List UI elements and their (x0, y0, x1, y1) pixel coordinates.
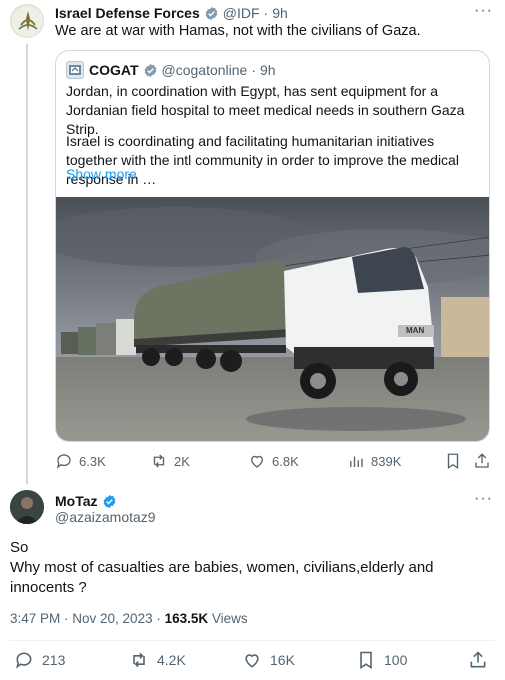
bookmark-icon (447, 453, 459, 470)
bookmark-button[interactable] (444, 452, 462, 470)
tweet2-action-bar: 213 4.2K 16K 100 (14, 650, 489, 672)
like-count: 16K (270, 652, 295, 668)
quote-header: COGAT @cogatonline · 9h (66, 61, 276, 79)
reply-icon (16, 652, 32, 669)
avatar-motaz[interactable] (10, 490, 44, 524)
share-icon (475, 453, 489, 468)
tweet1-header: Israel Defense Forces @IDF · 9h (55, 4, 288, 22)
quote-author-name[interactable]: COGAT (89, 62, 139, 78)
reply-button[interactable]: 6.3K (55, 452, 106, 470)
tweet2-more-icon[interactable]: ··· (474, 490, 493, 508)
tweet2-text-line1: So (10, 539, 29, 556)
repost-button[interactable]: 4.2K (129, 650, 186, 670)
tweet1-more-icon[interactable]: ··· (474, 2, 493, 20)
like-count: 6.8K (272, 453, 299, 469)
repost-button[interactable]: 2K (150, 452, 190, 470)
like-icon (251, 455, 263, 468)
tweet2-text: So Why most of casualties are babies, wo… (10, 538, 490, 598)
bookmark-count: 100 (384, 652, 408, 668)
tweet2-text-line2: Why most of casualties are babies, women… (10, 559, 434, 596)
truck-convoy-image: MAN (56, 197, 489, 441)
quote-separator: · (251, 62, 257, 78)
avatar-idf[interactable] (10, 4, 44, 38)
divider (10, 640, 495, 641)
views-button[interactable]: 839K (347, 452, 401, 470)
cogat-avatar (66, 61, 84, 79)
tweet2-views-count: 163.5K (164, 611, 209, 626)
quote-handle[interactable]: @cogatonline (162, 62, 248, 78)
reply-icon (56, 454, 71, 469)
repost-icon (133, 652, 145, 668)
verified-icon (144, 63, 156, 77)
like-button[interactable]: 6.8K (248, 452, 299, 470)
tweet1-time[interactable]: 9h (272, 5, 288, 21)
idf-emblem-icon (12, 6, 43, 37)
like-button[interactable]: 16K (242, 650, 295, 670)
share-button[interactable] (468, 650, 488, 670)
tweet1-action-bar: 6.3K 2K 6.8K 839K (55, 452, 490, 472)
reply-button[interactable]: 213 (14, 650, 65, 670)
truck-logo-text: MAN (406, 326, 424, 335)
like-icon (245, 654, 259, 668)
tweet2-header: MoTaz (55, 492, 117, 510)
bookmark-icon (360, 651, 372, 669)
verified-icon (205, 6, 218, 20)
share-icon (470, 651, 486, 668)
quoted-tweet-card[interactable]: COGAT @cogatonline · 9h Jordan, in coord… (55, 50, 490, 442)
repost-count: 4.2K (157, 652, 186, 668)
show-more-link[interactable]: Show more (66, 166, 137, 182)
thread-connector-line (26, 44, 28, 484)
tweet1-author-name[interactable]: Israel Defense Forces (55, 5, 200, 21)
quote-time[interactable]: 9h (260, 62, 276, 78)
tweet1-handle[interactable]: @IDF (223, 5, 260, 21)
cogat-logo-icon (69, 65, 81, 75)
tweet2-handle[interactable]: @azaizamotaz9 (55, 509, 156, 525)
tweet2-views-label: Views (208, 611, 248, 626)
quote-image-trucks[interactable]: MAN (56, 197, 489, 441)
tweet2-author-name[interactable]: MoTaz (55, 493, 98, 509)
views-icon (350, 456, 363, 467)
tweet1-separator: · (263, 5, 269, 21)
tweet2-meta: 3:47 PM · Nov 20, 2023 · 163.5K Views (10, 611, 248, 626)
views-count: 839K (371, 453, 402, 469)
bookmark-button[interactable]: 100 (356, 650, 407, 670)
quote-text-para1: Jordan, in coordination with Egypt, has … (66, 83, 465, 137)
reply-count: 213 (42, 652, 66, 668)
person-avatar-icon (10, 490, 44, 524)
repost-count: 2K (174, 453, 190, 469)
verified-icon (103, 494, 115, 508)
repost-icon (153, 454, 165, 468)
tweet1-text: We are at war with Hamas, not with the c… (55, 23, 421, 39)
share-button[interactable] (473, 452, 491, 470)
reply-count: 6.3K (79, 453, 106, 469)
tweet2-timestamp[interactable]: 3:47 PM · Nov 20, 2023 · (10, 611, 165, 626)
